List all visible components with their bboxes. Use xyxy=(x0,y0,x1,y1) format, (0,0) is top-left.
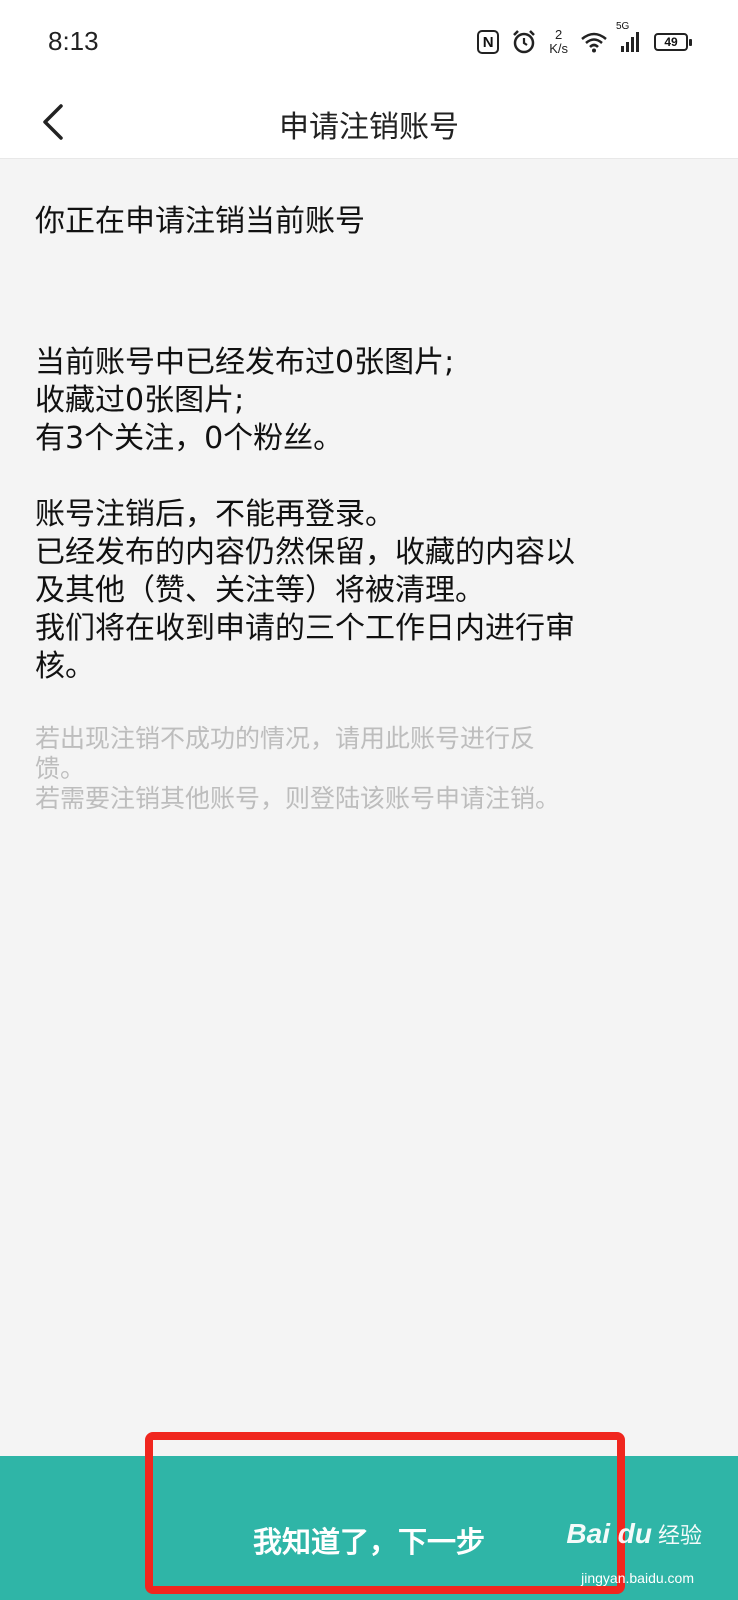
rule-line: 已经发布的内容仍然保留，收藏的内容以 xyxy=(35,535,575,570)
network-speed-unit: K/s xyxy=(549,41,568,56)
wifi-icon xyxy=(581,32,607,53)
rule-line: 核。 xyxy=(35,649,95,684)
battery-icon: 49 xyxy=(654,33,692,51)
account-info: 当前账号中已经发布过0张图片; 收藏过0张图片; 有3个关注，0个粉丝。 xyxy=(35,344,705,458)
battery-level: 49 xyxy=(664,35,678,49)
info-line: 当前账号中已经发布过0张图片; xyxy=(35,345,455,380)
watermark-logo: Bai du xyxy=(566,1518,652,1549)
note-line: 馈。 xyxy=(35,754,86,783)
nfc-icon: N xyxy=(477,30,500,54)
info-line: 有3个关注，0个粉丝。 xyxy=(35,421,344,456)
page-title: 申请注销账号 xyxy=(279,110,459,145)
status-time: 8:13 xyxy=(48,26,99,56)
next-step-button-label: 我知道了，下一步 xyxy=(252,1527,485,1559)
rule-line: 我们将在收到申请的三个工作日内进行审 xyxy=(35,611,575,646)
note-line: 若需要注销其他账号，则登陆该账号申请注销。 xyxy=(35,784,561,813)
status-bar: 8:13 N 2 K/s 5G 49 xyxy=(0,0,738,84)
note-line: 若出现注销不成功的情况，请用此账号进行反 xyxy=(35,724,536,753)
info-line: 收藏过0张图片; xyxy=(35,383,245,418)
content-heading: 你正在申请注销当前账号 xyxy=(35,204,365,239)
notes: 若出现注销不成功的情况，请用此账号进行反 馈。 若需要注销其他账号，则登陆该账号… xyxy=(35,724,705,814)
network-type: 5G xyxy=(616,21,630,32)
rule-line: 账号注销后，不能再登录。 xyxy=(35,497,395,532)
status-icons: N 2 K/s 5G 49 xyxy=(477,21,692,58)
network-speed-value: 2 xyxy=(554,27,563,42)
cellular-signal: 5G xyxy=(616,21,642,53)
alarm-icon xyxy=(513,30,536,54)
baidu-watermark: Bai du 经验 xyxy=(566,1518,702,1550)
cancellation-rules: 账号注销后，不能再登录。 已经发布的内容仍然保留，收藏的内容以 及其他（赞、关注… xyxy=(35,496,705,686)
signal-icon xyxy=(621,32,639,52)
watermark-url: jingyan.baidu.com xyxy=(581,1570,694,1586)
network-speed: 2 K/s xyxy=(549,28,568,56)
content-area: 你正在申请注销当前账号 当前账号中已经发布过0张图片; 收藏过0张图片; 有3个… xyxy=(35,200,705,814)
rule-line: 及其他（赞、关注等）将被清理。 xyxy=(35,573,485,608)
watermark-text: 经验 xyxy=(657,1523,702,1548)
nav-bar: 申请注销账号 xyxy=(0,84,738,159)
